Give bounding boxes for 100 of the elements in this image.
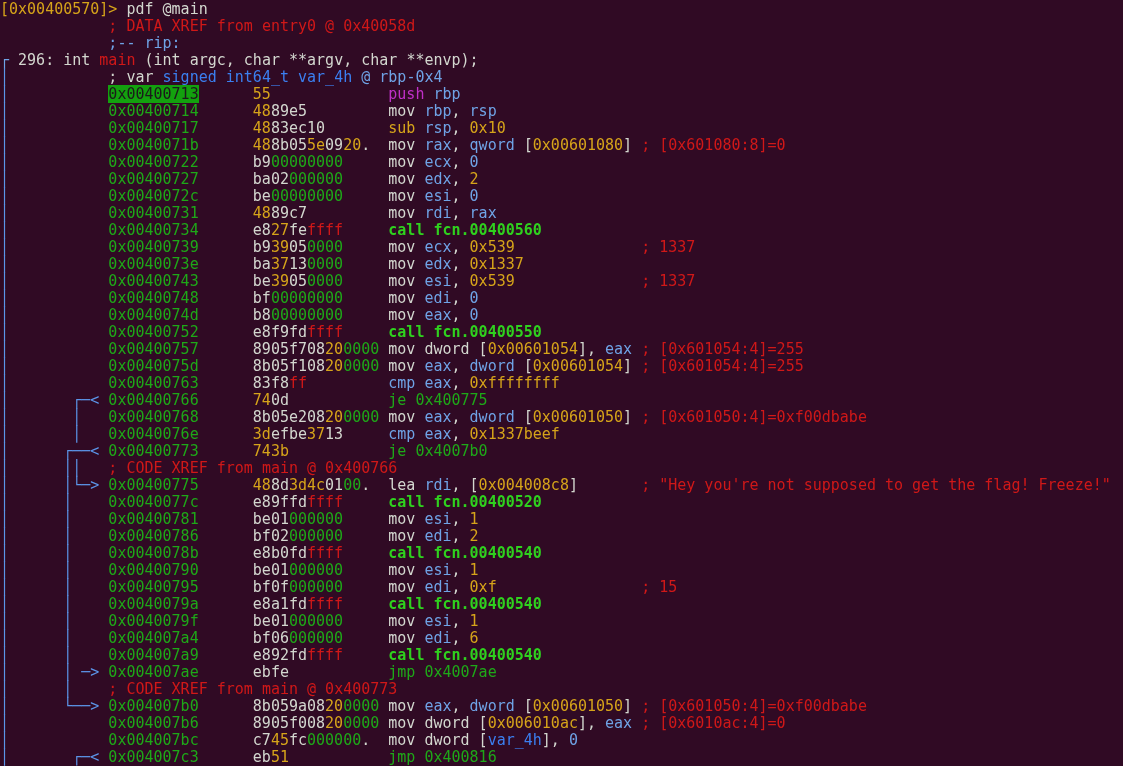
opcode-bytes: ebfe <box>252 663 289 681</box>
opcode-bytes: e8a1fdffff <box>252 595 344 613</box>
instruction-address: 0x00400731 <box>108 204 199 222</box>
opcode-bytes: 743b <box>252 442 289 460</box>
opcode-bytes: be01000000 <box>252 510 344 528</box>
instruction-address: 0x00400775 <box>108 476 199 494</box>
disassembly-comment: ; DATA XREF from entry0 @ 0x40058d <box>108 18 416 35</box>
opcode-bytes: e8f9fdffff <box>252 323 344 341</box>
instruction: jmp 0x400816 <box>388 748 497 766</box>
instruction: je 0x400775 <box>388 391 488 409</box>
disassembly-comment: ; var signed int64_t var_4h @ rbp-0x4 <box>108 69 443 86</box>
instruction-comment: ; "Hey you're not supposed to get the flag! Freeze!" <box>641 477 1111 494</box>
instruction: mov dword [0x00601054], eax <box>388 340 633 358</box>
instruction-address: 0x0040079f <box>108 612 199 630</box>
instruction: call fcn.00400540 <box>388 595 542 613</box>
instruction-address: 0x0040077c <box>108 493 199 511</box>
instruction-comment: ; 1337 <box>641 273 696 290</box>
opcode-bytes: 4889c7 <box>252 204 308 222</box>
instruction: mov eax, dword [0x00601054] <box>388 357 633 375</box>
opcode-bytes: 3defbe3713 <box>252 425 344 443</box>
opcode-bytes: e827feffff <box>252 221 344 239</box>
opcode-bytes: 740d <box>252 391 289 409</box>
instruction: mov eax, 0 <box>388 306 479 324</box>
instruction: mov rdi, rax <box>388 204 497 222</box>
instruction: push rbp <box>388 85 461 103</box>
command-prompt: [0x00400570]> pdf @main <box>0 1 208 18</box>
instruction: mov edx, 2 <box>388 170 479 188</box>
opcode-bytes: b900000000 <box>252 153 344 171</box>
instruction: mov rax, qword [0x00601080] <box>388 136 633 154</box>
instruction: mov eax, dword [0x00601050] <box>388 408 633 426</box>
opcode-bytes: 8905f708200000 <box>252 340 380 358</box>
instruction: je 0x4007b0 <box>388 442 488 460</box>
instruction: jmp 0x4007ae <box>388 663 497 681</box>
instruction: mov esi, 1 <box>388 510 479 528</box>
instruction-address: 0x00400795 <box>108 578 199 596</box>
opcode-bytes: 8b059a08200000 <box>252 697 380 715</box>
instruction-address: 0x0040071b <box>108 136 199 154</box>
instruction: cmp eax, 0x1337beef <box>388 425 560 443</box>
instruction-address: 0x0040076e <box>108 425 199 443</box>
opcode-bytes: e89ffdffff <box>252 493 344 511</box>
instruction: mov dword [0x006010ac], eax <box>388 714 633 732</box>
opcode-bytes: b939050000 <box>252 238 344 256</box>
opcode-bytes: b800000000 <box>252 306 344 324</box>
instruction-address: 0x00400757 <box>108 340 199 358</box>
instruction: mov edx, 0x1337 <box>388 255 524 273</box>
instruction: mov ecx, 0 <box>388 153 479 171</box>
instruction-address: 0x00400743 <box>108 272 199 290</box>
instruction-address: 0x00400766 <box>108 391 199 409</box>
instruction-address: 0x004007bc <box>108 731 199 749</box>
instruction-address: 0x0040079a <box>108 595 199 613</box>
instruction: mov eax, dword [0x00601050] <box>388 697 633 715</box>
opcode-bytes: eb51 <box>252 748 289 766</box>
opcode-bytes: 8b05f108200000 <box>252 357 380 375</box>
instruction-comment: ; 15 <box>641 579 678 596</box>
instruction-comment: ; [0x601054:4]=255 <box>641 341 804 358</box>
opcode-bytes: 488b055e0920. <box>252 136 371 154</box>
opcode-bytes: be39050000 <box>252 272 344 290</box>
opcode-bytes: 8905f008200000 <box>252 714 380 732</box>
instruction-address: 0x00400713 <box>108 85 199 103</box>
instruction: sub rsp, 0x10 <box>388 119 506 137</box>
disassembly-comment: ;-- rip: <box>108 35 181 52</box>
opcode-bytes: bf06000000 <box>252 629 344 647</box>
instruction-address: 0x00400768 <box>108 408 199 426</box>
opcode-bytes: 55 <box>252 85 271 103</box>
instruction: mov edi, 6 <box>388 629 479 647</box>
disassembly-comment: ; CODE XREF from main @ 0x400766 <box>108 460 398 477</box>
instruction-address: 0x00400781 <box>108 510 199 528</box>
instruction-comment: ; [0x601080:8]=0 <box>641 137 786 154</box>
instruction-address: 0x00400773 <box>108 442 199 460</box>
instruction-address: 0x00400748 <box>108 289 199 307</box>
instruction-address: 0x00400714 <box>108 102 199 120</box>
instruction-comment: ; [0x601054:4]=255 <box>641 358 804 375</box>
instruction-comment: ; [0x601050:4]=0xf00dbabe <box>641 698 867 715</box>
instruction-address: 0x00400763 <box>108 374 199 392</box>
instruction: mov esi, 0 <box>388 187 479 205</box>
opcode-bytes: 488d3d4c0100. <box>252 476 371 494</box>
instruction-address: 0x004007c3 <box>108 748 199 766</box>
opcode-bytes: e8b0fdffff <box>252 544 344 562</box>
instruction: mov esi, 0x539 <box>388 272 515 290</box>
instruction: lea rdi, [0x004008c8] <box>388 476 578 494</box>
instruction-address: 0x0040074d <box>108 306 199 324</box>
instruction-address: 0x004007a4 <box>108 629 199 647</box>
instruction-comment: ; [0x601050:4]=0xf00dbabe <box>641 409 867 426</box>
instruction-comment: ; 1337 <box>641 239 696 256</box>
opcode-bytes: ba02000000 <box>252 170 344 188</box>
opcode-bytes: 4883ec10 <box>252 119 326 137</box>
instruction: mov esi, 1 <box>388 561 479 579</box>
instruction-address: 0x004007b0 <box>108 697 199 715</box>
instruction-address: 0x00400739 <box>108 238 199 256</box>
instruction: cmp eax, 0xffffffff <box>388 374 560 392</box>
instruction: mov edi, 0xf <box>388 578 497 596</box>
instruction-address: 0x004007b6 <box>108 714 199 732</box>
instruction-address: 0x0040075d <box>108 357 199 375</box>
instruction-address: 0x004007a9 <box>108 646 199 664</box>
instruction-comment: ; [0x6010ac:4]=0 <box>641 715 786 732</box>
opcode-bytes: e892fdffff <box>252 646 344 664</box>
instruction-address: 0x00400786 <box>108 527 199 545</box>
instruction: mov edi, 0 <box>388 289 479 307</box>
instruction-address: 0x00400722 <box>108 153 199 171</box>
function-signature: ┌ 296: int main (int argc, char **argv, char **envp); <box>0 52 479 69</box>
